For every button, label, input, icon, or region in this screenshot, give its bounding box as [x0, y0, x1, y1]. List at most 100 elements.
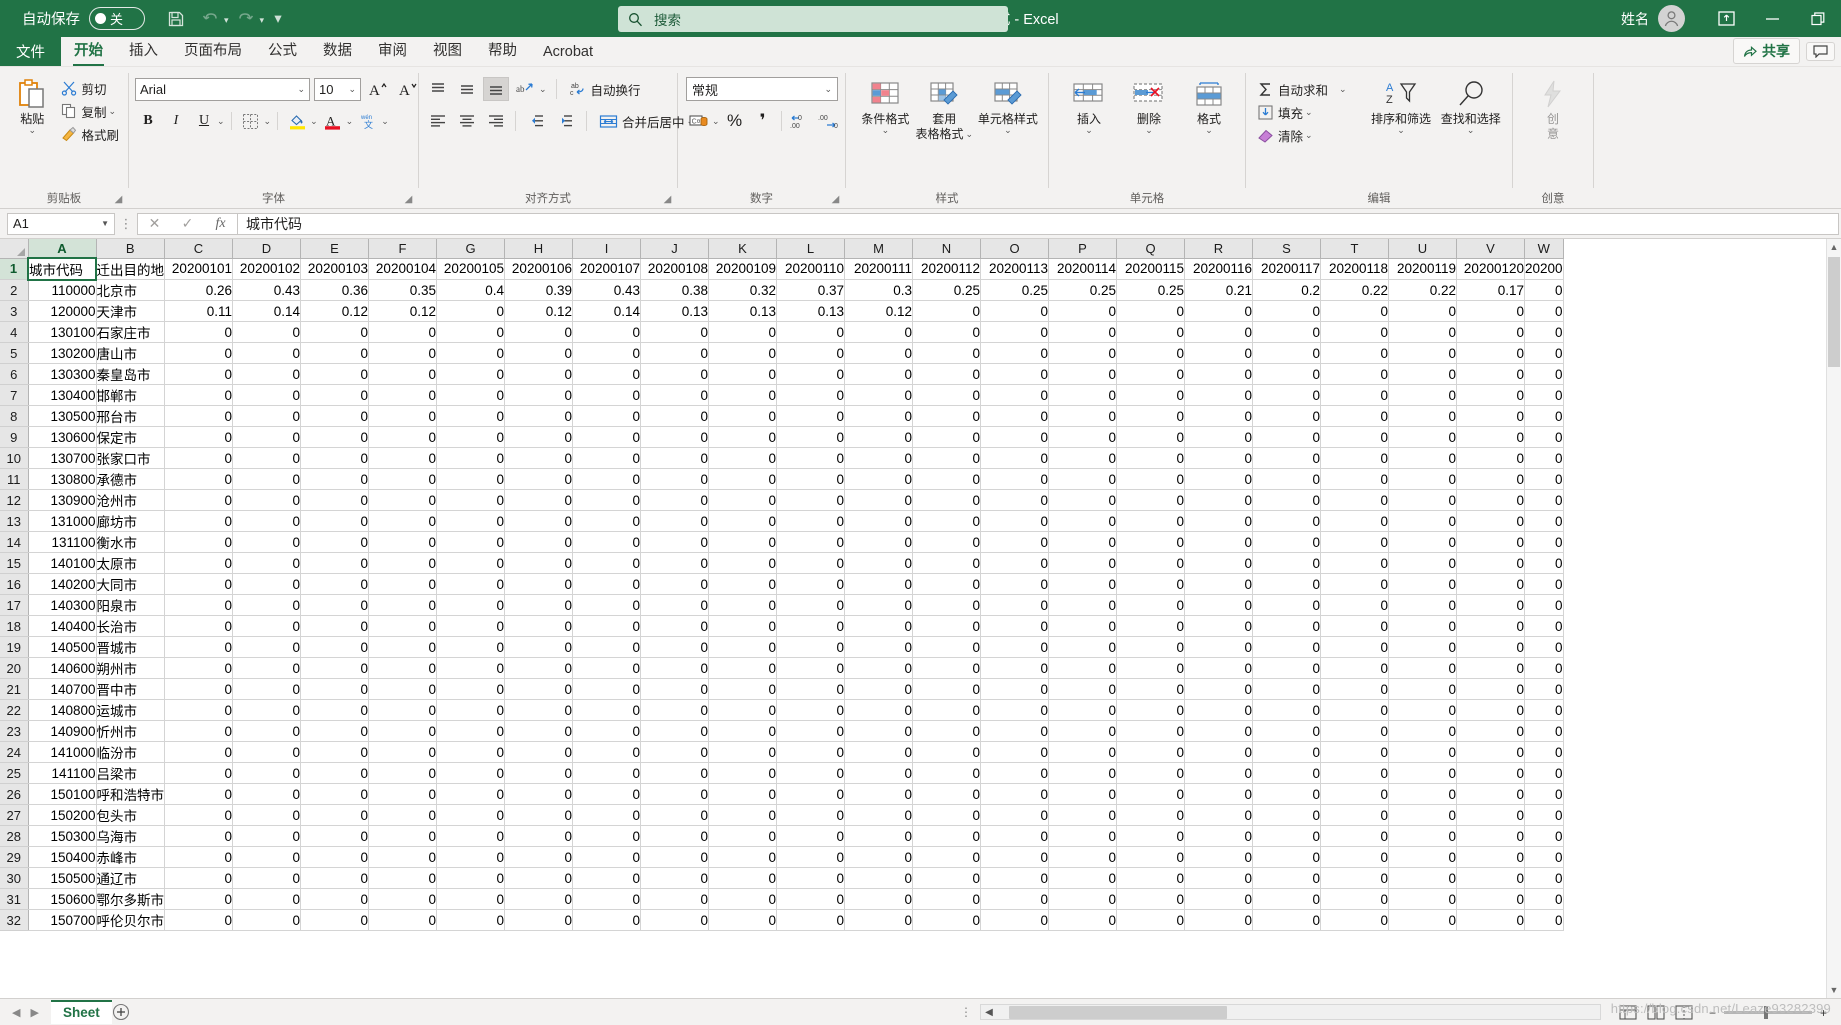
cell-U14[interactable]: 0: [1388, 531, 1457, 553]
cell-D6[interactable]: 0: [232, 363, 301, 385]
cell-B12[interactable]: 沧州市: [96, 489, 165, 511]
row-header-32[interactable]: 32: [0, 909, 29, 931]
cell-L29[interactable]: 0: [776, 846, 845, 868]
cell-E14[interactable]: 0: [300, 531, 369, 553]
cell-B31[interactable]: 鄂尔多斯市: [96, 888, 165, 910]
cell-W32[interactable]: 0: [1524, 909, 1564, 931]
row-header-7[interactable]: 7: [0, 384, 29, 406]
cell-D27[interactable]: 0: [232, 804, 301, 826]
cell-H31[interactable]: 0: [504, 888, 573, 910]
cell-G21[interactable]: 0: [436, 678, 505, 700]
cell-E1[interactable]: 20200103: [300, 258, 369, 280]
cell-P3[interactable]: 0: [1048, 300, 1117, 322]
cell-E11[interactable]: 0: [300, 468, 369, 490]
cell-N21[interactable]: 0: [912, 678, 981, 700]
cell-S29[interactable]: 0: [1252, 846, 1321, 868]
cell-K28[interactable]: 0: [708, 825, 777, 847]
cell-G31[interactable]: 0: [436, 888, 505, 910]
cell-D13[interactable]: 0: [232, 510, 301, 532]
tab-insert[interactable]: 插入: [116, 36, 171, 66]
font-dialog-launcher[interactable]: ◢: [403, 192, 414, 205]
cell-V4[interactable]: 0: [1456, 321, 1525, 343]
cell-H6[interactable]: 0: [504, 363, 573, 385]
row-header-17[interactable]: 17: [0, 594, 29, 616]
column-header-m[interactable]: M: [844, 239, 913, 259]
cell-I6[interactable]: 0: [572, 363, 641, 385]
restore-button[interactable]: [1795, 0, 1841, 37]
cell-J29[interactable]: 0: [640, 846, 709, 868]
cell-V1[interactable]: 20200120: [1456, 258, 1525, 280]
cell-V32[interactable]: 0: [1456, 909, 1525, 931]
cell-T17[interactable]: 0: [1320, 594, 1389, 616]
cell-Q21[interactable]: 0: [1116, 678, 1185, 700]
align-center-button[interactable]: [454, 109, 480, 133]
cell-U31[interactable]: 0: [1388, 888, 1457, 910]
cell-W18[interactable]: 0: [1524, 615, 1564, 637]
cell-J1[interactable]: 20200108: [640, 258, 709, 280]
cell-C22[interactable]: 0: [164, 699, 233, 721]
clear-caret-icon[interactable]: ⌄: [1305, 130, 1313, 141]
cell-C3[interactable]: 0.11: [164, 300, 233, 322]
cell-O24[interactable]: 0: [980, 741, 1049, 763]
cell-B28[interactable]: 乌海市: [96, 825, 165, 847]
cell-D10[interactable]: 0: [232, 447, 301, 469]
cell-V2[interactable]: 0.17: [1456, 279, 1525, 301]
cell-U1[interactable]: 20200119: [1388, 258, 1457, 280]
cell-J3[interactable]: 0.13: [640, 300, 709, 322]
cell-F8[interactable]: 0: [368, 405, 437, 427]
cell-C2[interactable]: 0.26: [164, 279, 233, 301]
cell-N27[interactable]: 0: [912, 804, 981, 826]
cell-S7[interactable]: 0: [1252, 384, 1321, 406]
cell-I18[interactable]: 0: [572, 615, 641, 637]
column-header-o[interactable]: O: [980, 239, 1049, 259]
cell-S13[interactable]: 0: [1252, 510, 1321, 532]
cell-I5[interactable]: 0: [572, 342, 641, 364]
cell-Q28[interactable]: 0: [1116, 825, 1185, 847]
cell-W22[interactable]: 0: [1524, 699, 1564, 721]
page-break-preview-icon[interactable]: [1675, 1005, 1693, 1020]
row-header-19[interactable]: 19: [0, 636, 29, 658]
conditional-formatting-button[interactable]: 条件格式 ⌄: [856, 74, 915, 135]
cell-P23[interactable]: 0: [1048, 720, 1117, 742]
number-format-caret-icon[interactable]: ⌄: [824, 84, 832, 95]
paste-caret[interactable]: ⌄: [28, 126, 36, 135]
cell-T19[interactable]: 0: [1320, 636, 1389, 658]
cell-Q17[interactable]: 0: [1116, 594, 1185, 616]
row-header-21[interactable]: 21: [0, 678, 29, 700]
cell-L5[interactable]: 0: [776, 342, 845, 364]
cell-K19[interactable]: 0: [708, 636, 777, 658]
cell-M26[interactable]: 0: [844, 783, 913, 805]
cell-S9[interactable]: 0: [1252, 426, 1321, 448]
cell-C26[interactable]: 0: [164, 783, 233, 805]
cell-B14[interactable]: 衡水市: [96, 531, 165, 553]
cell-M18[interactable]: 0: [844, 615, 913, 637]
name-box[interactable]: A1 ▼: [7, 212, 115, 235]
cell-R16[interactable]: 0: [1184, 573, 1253, 595]
cell-W31[interactable]: 0: [1524, 888, 1564, 910]
cell-D19[interactable]: 0: [232, 636, 301, 658]
cell-I32[interactable]: 0: [572, 909, 641, 931]
cell-J11[interactable]: 0: [640, 468, 709, 490]
cell-O12[interactable]: 0: [980, 489, 1049, 511]
ribbon-display-options-icon[interactable]: [1703, 0, 1749, 37]
cell-G25[interactable]: 0: [436, 762, 505, 784]
cell-E21[interactable]: 0: [300, 678, 369, 700]
percent-style-button[interactable]: %: [722, 109, 748, 133]
cell-E28[interactable]: 0: [300, 825, 369, 847]
cell-C17[interactable]: 0: [164, 594, 233, 616]
cell-I21[interactable]: 0: [572, 678, 641, 700]
cell-N6[interactable]: 0: [912, 363, 981, 385]
cell-F20[interactable]: 0: [368, 657, 437, 679]
cell-H24[interactable]: 0: [504, 741, 573, 763]
cell-T20[interactable]: 0: [1320, 657, 1389, 679]
column-header-w[interactable]: W: [1524, 239, 1564, 259]
cell-N25[interactable]: 0: [912, 762, 981, 784]
column-header-v[interactable]: V: [1456, 239, 1525, 259]
customize-qat-caret[interactable]: ▾: [264, 4, 292, 34]
cell-N22[interactable]: 0: [912, 699, 981, 721]
cell-S8[interactable]: 0: [1252, 405, 1321, 427]
cell-M16[interactable]: 0: [844, 573, 913, 595]
cell-N20[interactable]: 0: [912, 657, 981, 679]
cell-F12[interactable]: 0: [368, 489, 437, 511]
fill-color-caret-icon[interactable]: ⌄: [310, 116, 318, 127]
